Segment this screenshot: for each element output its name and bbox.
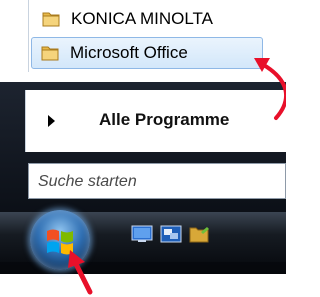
arrow-right-icon <box>48 115 55 127</box>
program-item-label: Microsoft Office <box>70 43 188 62</box>
search-input[interactable]: Suche starten <box>28 163 286 199</box>
start-button[interactable] <box>30 210 90 270</box>
program-item-microsoft-office[interactable]: Microsoft Office <box>31 37 263 69</box>
switch-windows-icon[interactable] <box>160 224 182 244</box>
program-item-label: KONICA MINOLTA <box>71 9 214 28</box>
folder-icon <box>42 12 60 27</box>
show-desktop-icon[interactable] <box>131 224 153 244</box>
search-placeholder: Suche starten <box>38 173 137 190</box>
all-programs-label: Alle Programme <box>99 110 230 129</box>
program-list: KONICA MINOLTA Microsoft Office <box>28 0 287 72</box>
folder-icon <box>41 46 59 61</box>
folder-icon[interactable] <box>188 224 210 244</box>
all-programs-button[interactable]: Alle Programme <box>25 90 287 152</box>
windows-logo-icon <box>47 229 73 255</box>
menu-spacer <box>0 72 286 82</box>
program-item-konica-minolta[interactable]: KONICA MINOLTA <box>33 4 285 34</box>
